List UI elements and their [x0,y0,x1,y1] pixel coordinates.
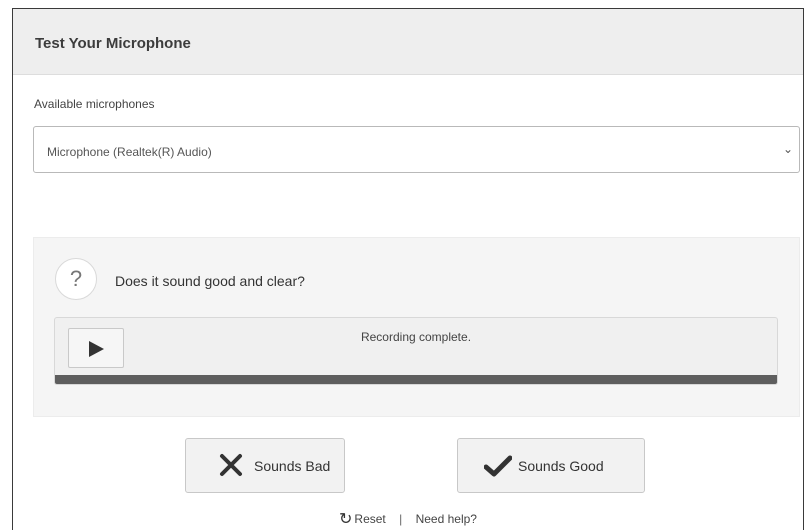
x-icon [220,454,242,476]
sounds-bad-label: Sounds Bad [254,458,331,474]
dialog-header: Test Your Microphone [13,9,803,75]
sounds-good-label: Sounds Good [518,458,604,474]
playback-progress-bar[interactable] [55,375,777,384]
microphone-select[interactable]: Microphone (Realtek(R) Audio) ⌄ [33,126,800,173]
footer-links: ↻ Reset | Need help? [13,509,803,529]
reset-link[interactable]: ↻ Reset [339,509,386,529]
test-panel: ? Does it sound good and clear? Recordin… [33,237,800,417]
test-question: Does it sound good and clear? [115,273,305,289]
need-help-link[interactable]: Need help? [416,512,477,526]
reset-label: Reset [354,512,386,526]
microphone-label: Available microphones [34,97,155,111]
sounds-good-button[interactable]: Sounds Good [457,438,645,493]
reset-icon: ↻ [339,511,353,528]
sounds-bad-button[interactable]: Sounds Bad [185,438,345,493]
checkmark-icon [484,455,512,477]
mic-test-dialog: Test Your Microphone Available microphon… [12,8,804,530]
audio-player: Recording complete. [54,317,778,385]
recording-status: Recording complete. [360,330,472,344]
footer-separator: | [399,512,403,526]
playback-progress-fill [55,375,777,384]
question-icon: ? [55,258,97,300]
microphone-selected-value: Microphone (Realtek(R) Audio) [47,145,212,159]
chevron-down-icon: ⌄ [782,142,793,156]
page-title: Test Your Microphone [35,35,191,52]
